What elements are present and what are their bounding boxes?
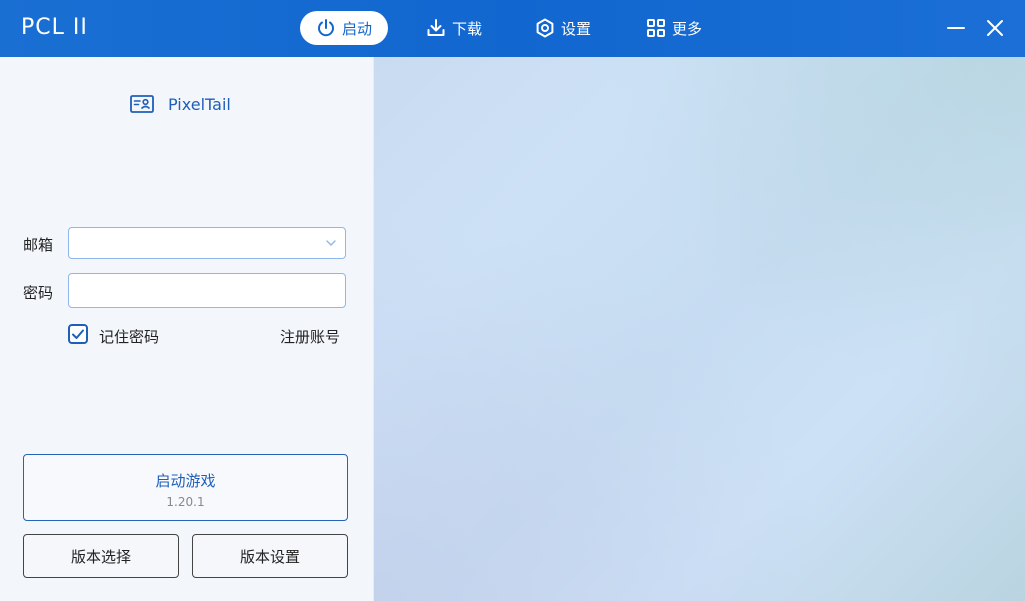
remember-label: 记住密码 [99,328,160,346]
tab-settings[interactable]: 设置 [535,11,591,45]
email-label: 邮箱 [23,236,54,254]
close-icon[interactable] [983,16,1007,40]
launch-version: 1.20.1 [166,495,205,509]
gear-icon [536,18,554,38]
email-field[interactable] [68,227,346,259]
password-label: 密码 [23,284,54,302]
remember-checkbox[interactable] [68,324,88,344]
checkmark-icon [72,329,84,339]
password-field[interactable] [68,273,346,308]
minimize-icon[interactable] [944,16,968,40]
tab-download-label: 下载 [452,19,483,38]
tab-more[interactable]: 更多 [646,11,702,45]
background-panel [374,57,1025,601]
account-header: PixelTail [130,94,231,114]
tab-download[interactable]: 下载 [426,11,482,45]
chevron-down-icon[interactable] [325,237,337,249]
title-bar: PCL II 启动 下载 设置 更多 [0,0,1025,57]
app-title: PCL II [21,15,88,40]
tab-launch-label: 启动 [342,19,373,38]
tab-settings-label: 设置 [561,19,592,38]
version-settings-button[interactable]: 版本设置 [192,534,348,578]
register-link[interactable]: 注册账号 [280,326,340,347]
id-card-icon [130,95,154,113]
download-icon [427,19,445,36]
tab-launch[interactable]: 启动 [300,11,389,45]
launch-game-button[interactable]: 启动游戏 1.20.1 [23,454,348,521]
tab-more-label: 更多 [672,19,703,38]
account-name: PixelTail [168,94,231,114]
launch-game-label: 启动游戏 [155,472,216,490]
grid-icon [647,19,665,37]
version-select-button[interactable]: 版本选择 [23,534,179,578]
power-icon [318,19,334,37]
